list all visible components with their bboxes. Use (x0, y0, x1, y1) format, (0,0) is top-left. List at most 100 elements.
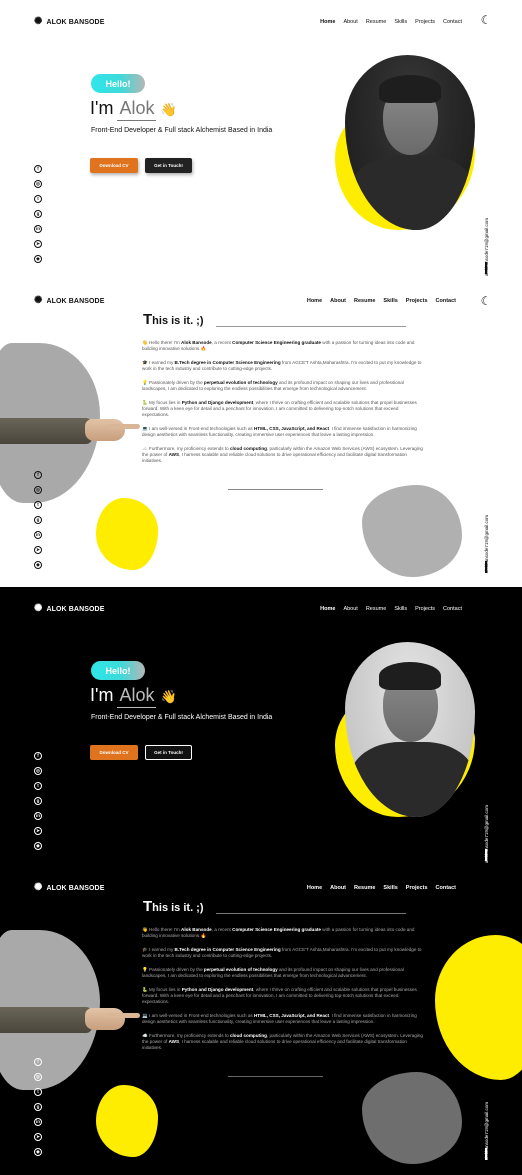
nav-home[interactable]: Home (320, 19, 335, 25)
nav-skills[interactable]: Skills (383, 298, 397, 304)
twitter-icon[interactable]: t (34, 1088, 42, 1096)
social-links: f ◎ t g in ➤ ◆ (34, 752, 42, 850)
about-paragraphs: 👋 Hello there! I'm Alok Bansode, a recen… (142, 927, 424, 1059)
nav-home[interactable]: Home (307, 885, 322, 891)
telegram-icon[interactable]: ➤ (34, 546, 42, 554)
telegram-icon[interactable]: ➤ (34, 240, 42, 248)
brand-logo[interactable]: ✺ ALOK BANSODE (34, 604, 104, 614)
arm (0, 1007, 92, 1033)
nav-projects[interactable]: Projects (415, 19, 435, 25)
email-bar (485, 561, 487, 573)
moon-icon[interactable]: ☾ (480, 295, 492, 307)
email-bar (485, 849, 487, 861)
nav-contact[interactable]: Contact (443, 606, 462, 612)
nav-projects[interactable]: Projects (415, 606, 435, 612)
moon-icon[interactable]: ☾ (480, 14, 492, 26)
nav-resume[interactable]: Resume (354, 298, 375, 304)
hello-badge: Hello! (91, 74, 145, 93)
snapchat-icon[interactable]: ◆ (34, 1148, 42, 1156)
nav-contact[interactable]: Contact (436, 885, 456, 891)
snapchat-icon[interactable]: ◆ (34, 561, 42, 569)
email-bar (485, 262, 487, 274)
nav-skills[interactable]: Skills (383, 885, 397, 891)
linkedin-icon[interactable]: in (34, 225, 42, 233)
nav-resume[interactable]: Resume (366, 19, 386, 25)
title-underline (216, 913, 406, 914)
get-in-touch-button[interactable]: Get in Touch! (145, 745, 192, 760)
facebook-icon[interactable]: f (34, 471, 42, 479)
navbar: ✺ ALOK BANSODE Home About Resume Skills … (0, 880, 522, 926)
about-p2: 🎓 I earned my B.Tech degree in Computer … (142, 360, 422, 371)
facebook-icon[interactable]: f (34, 752, 42, 760)
facebook-icon[interactable]: f (34, 165, 42, 173)
navbar: ✺ ALOK BANSODE Home About Resume Skills … (0, 0, 522, 46)
github-icon[interactable]: g (34, 797, 42, 805)
pointing-hand (85, 419, 125, 441)
about-p4: 🐍 My focus lies in Python and Django dev… (142, 987, 417, 1004)
nav-home[interactable]: Home (320, 606, 335, 612)
yellow-blob (96, 1085, 158, 1157)
nav-menu: Home About Resume Skills Projects Contac… (307, 885, 456, 891)
hero-tagline: Front-End Developer & Full stack Alchemi… (91, 714, 273, 721)
github-icon[interactable]: g (34, 1103, 42, 1111)
nav-contact[interactable]: Contact (436, 298, 456, 304)
nav-home[interactable]: Home (307, 298, 322, 304)
about-section-light: ✺ ALOK BANSODE Home About Resume Skills … (0, 293, 522, 587)
nav-about[interactable]: About (343, 606, 357, 612)
brand-logo[interactable]: ✺ ALOK BANSODE (34, 17, 104, 27)
nav-resume[interactable]: Resume (354, 885, 375, 891)
im-text: I'm (90, 685, 114, 705)
snapchat-icon[interactable]: ◆ (34, 842, 42, 850)
brand-logo[interactable]: ✺ ALOK BANSODE (34, 883, 104, 893)
arm (0, 418, 92, 444)
download-cv-button[interactable]: Download CV (90, 158, 138, 173)
social-links: f ◎ t g in ➤ ◆ (34, 165, 42, 263)
nav-about[interactable]: About (330, 885, 346, 891)
brand-logo[interactable]: ✺ ALOK BANSODE (34, 296, 104, 306)
nav-about[interactable]: About (343, 19, 357, 25)
instagram-icon[interactable]: ◎ (34, 1073, 42, 1081)
github-icon[interactable]: g (34, 210, 42, 218)
brand-name: ALOK BANSODE (46, 297, 105, 305)
pointing-hand (85, 1008, 125, 1030)
profile-photo (345, 55, 475, 230)
nav-skills[interactable]: Skills (394, 19, 407, 25)
about-p5: 💻 I am well-versed in Front-end technolo… (142, 426, 417, 437)
grey-blob (362, 1072, 462, 1164)
about-p5: 💻 I am well-versed in Front-end technolo… (142, 1013, 417, 1024)
hero-name: Alok (117, 685, 157, 708)
brand-name: ALOK BANSODE (46, 884, 105, 892)
telegram-icon[interactable]: ➤ (34, 1133, 42, 1141)
nav-projects[interactable]: Projects (406, 298, 428, 304)
nav-contact[interactable]: Contact (443, 19, 462, 25)
about-title: This is it. ;) (143, 311, 204, 328)
telegram-icon[interactable]: ➤ (34, 827, 42, 835)
hero-section-light: ✺ ALOK BANSODE Home About Resume Skills … (0, 0, 522, 293)
hero-heading: I'm Alok 👋 (90, 98, 177, 121)
nav-projects[interactable]: Projects (406, 885, 428, 891)
snapchat-icon[interactable]: ◆ (34, 255, 42, 263)
about-p3: 💡 Passionately driven by the perpetual e… (142, 380, 404, 391)
download-cv-button[interactable]: Download CV (90, 745, 138, 760)
linkedin-icon[interactable]: in (34, 531, 42, 539)
facebook-icon[interactable]: f (34, 1058, 42, 1066)
section-end-line (228, 489, 323, 490)
twitter-icon[interactable]: t (34, 195, 42, 203)
instagram-icon[interactable]: ◎ (34, 486, 42, 494)
nav-skills[interactable]: Skills (394, 606, 407, 612)
title-underline (216, 326, 406, 327)
github-icon[interactable]: g (34, 516, 42, 524)
nav-about[interactable]: About (330, 298, 346, 304)
get-in-touch-button[interactable]: Get in Touch! (145, 158, 192, 173)
instagram-icon[interactable]: ◎ (34, 180, 42, 188)
about-p1: 👋 Hello there! I'm Alok Bansode, a recen… (142, 927, 415, 938)
linkedin-icon[interactable]: in (34, 1118, 42, 1126)
instagram-icon[interactable]: ◎ (34, 767, 42, 775)
twitter-icon[interactable]: t (34, 501, 42, 509)
linkedin-icon[interactable]: in (34, 812, 42, 820)
email-bar (485, 1148, 487, 1160)
about-paragraphs: 👋 Hello there! I'm Alok Bansode, a recen… (142, 340, 424, 472)
twitter-icon[interactable]: t (34, 782, 42, 790)
hero-heading: I'm Alok 👋 (90, 685, 177, 708)
nav-resume[interactable]: Resume (366, 606, 386, 612)
